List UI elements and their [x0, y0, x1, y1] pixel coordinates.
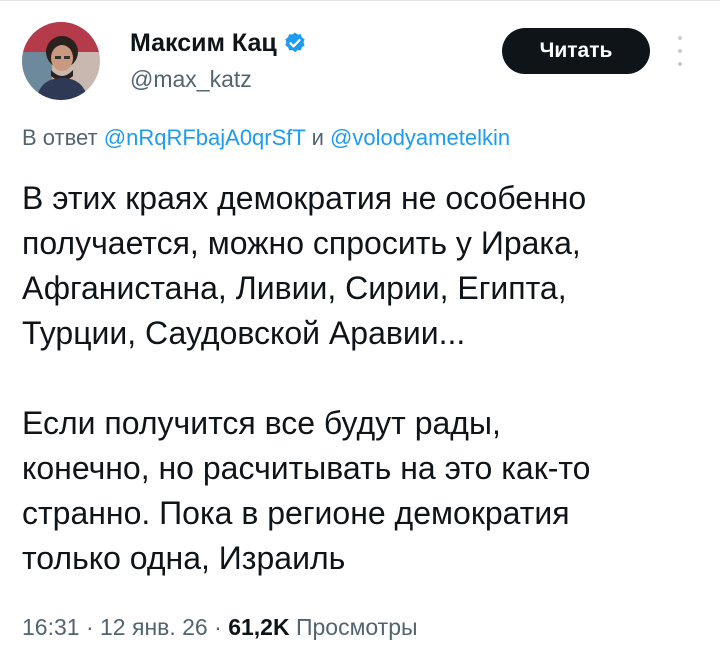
- reply-prefix: В ответ: [22, 125, 98, 150]
- display-name[interactable]: Максим Кац: [130, 28, 277, 58]
- reply-user-link-2[interactable]: @volodyametelkin: [330, 125, 510, 150]
- reply-connector: и: [311, 125, 324, 150]
- tweet-line: Турции, Саудовской Аравии...: [22, 315, 466, 351]
- more-options-icon[interactable]: [674, 36, 686, 66]
- tweet-line: В этих краях демократия не особенно: [22, 180, 587, 216]
- user-handle[interactable]: @max_katz: [130, 64, 307, 94]
- views-label: Просмотры: [295, 614, 418, 640]
- tweet-meta: 16:31 · 12 янв. 26 · 61,2K Просмотры: [22, 612, 418, 642]
- reply-context: В ответ @nRqRFbajA0qrSfT и @volodyametel…: [22, 124, 510, 152]
- tweet-text: В этих краях демократия не особенно полу…: [22, 176, 702, 581]
- top-divider: [0, 0, 720, 1]
- tweet-header: Максим Кац @max_katz Читать: [22, 22, 702, 102]
- tweet-date[interactable]: 12 янв. 26: [100, 614, 208, 640]
- avatar[interactable]: [22, 22, 100, 100]
- tweet-line: Если получится все будут рады,: [22, 405, 501, 441]
- reply-user-link-1[interactable]: @nRqRFbajA0qrSfT: [104, 125, 306, 150]
- meta-separator: ·: [214, 614, 229, 640]
- tweet-line: получается, можно спросить у Ирака,: [22, 225, 581, 261]
- tweet-line: только одна, Израиль: [22, 540, 346, 576]
- tweet-line: конечно, но расчитывать на это как-то: [22, 450, 591, 486]
- meta-separator: ·: [85, 614, 101, 640]
- tweet-time[interactable]: 16:31: [22, 614, 80, 640]
- views-count: 61,2K: [228, 614, 290, 640]
- tweet-line: Афганистана, Ливии, Сирии, Египта,: [22, 270, 567, 306]
- tweet-line: странно. Пока в регионе демократия: [22, 495, 570, 531]
- follow-button[interactable]: Читать: [502, 28, 650, 74]
- verified-badge-icon: [283, 31, 307, 55]
